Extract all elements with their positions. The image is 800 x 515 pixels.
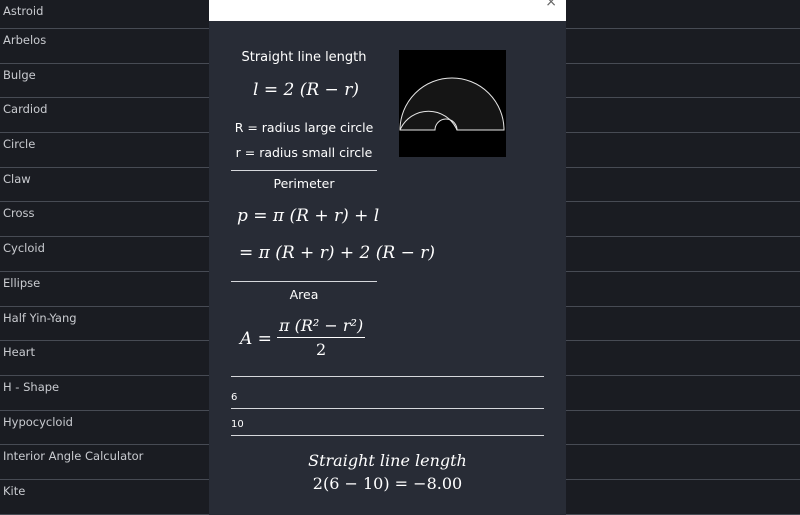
perimeter-formula-2: = π (R + r) + 2 (R − r) — [239, 243, 435, 263]
shape-calculator-modal: × Straight line length l = 2 (R − r) R =… — [209, 0, 566, 515]
area-numerator: π (R² − r²) — [277, 316, 366, 338]
area-formula-lhs: A = — [240, 329, 272, 349]
perimeter-formula-1: p = π (R + r) + l — [237, 206, 380, 226]
close-icon[interactable]: × — [545, 0, 557, 10]
radius-small-definition: r = radius small circle — [235, 145, 373, 160]
modal-header: × — [209, 0, 566, 21]
divider — [231, 281, 377, 282]
half-annulus-image — [399, 50, 506, 157]
perimeter-title: Perimeter — [273, 176, 335, 191]
area-formula-fraction: π (R² − r²) 2 — [277, 316, 366, 359]
divider — [231, 376, 544, 377]
straight-line-formula: l = 2 (R − r) — [253, 80, 359, 100]
area-title: Area — [289, 287, 319, 302]
small-radius-input[interactable]: 6 — [231, 383, 544, 409]
radius-large-definition: R = radius large circle — [234, 120, 374, 135]
large-radius-value[interactable]: 10 — [231, 419, 244, 430]
result-title: Straight line length — [308, 451, 467, 470]
area-denominator: 2 — [316, 340, 327, 359]
straight-line-title: Straight line length — [241, 50, 367, 65]
result-equation: 2(6 − 10) = −8.00 — [312, 474, 463, 493]
large-radius-input[interactable]: 10 — [231, 410, 544, 436]
small-radius-value[interactable]: 6 — [231, 392, 237, 403]
divider — [231, 170, 377, 171]
